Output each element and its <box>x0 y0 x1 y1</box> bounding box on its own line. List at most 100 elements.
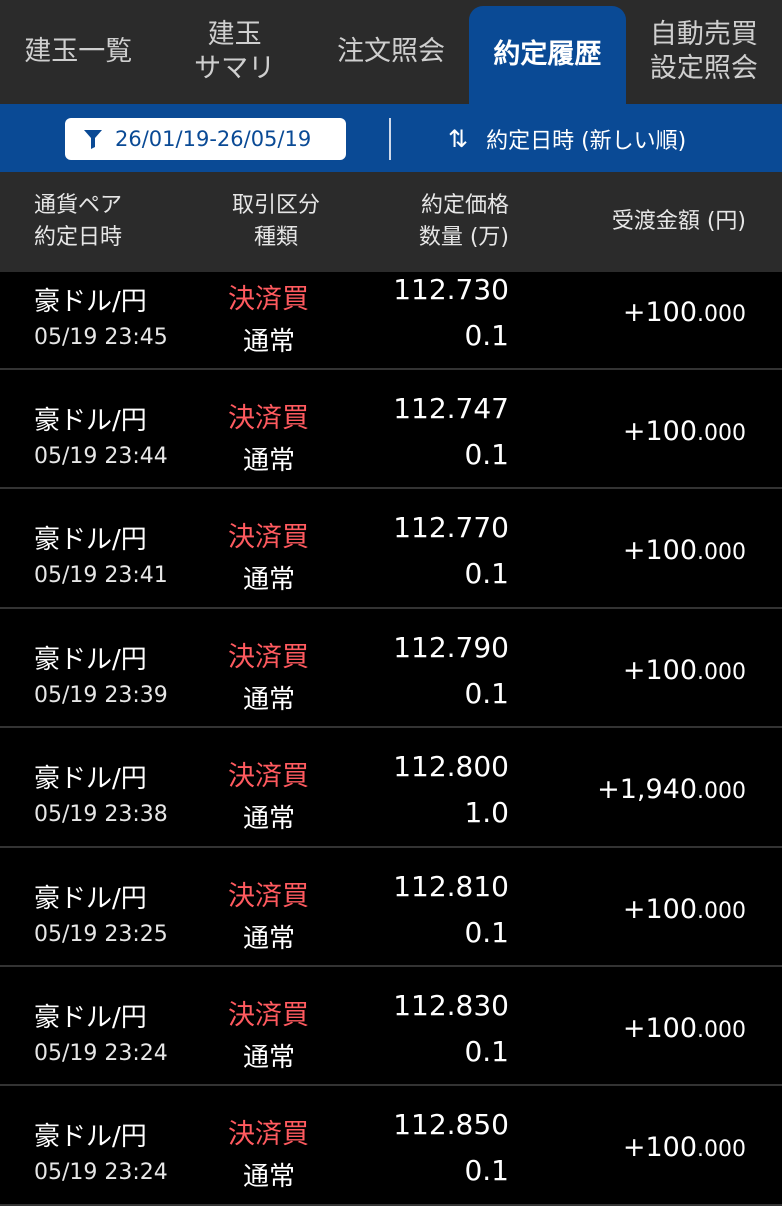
settlement-amount-decimal: .000 <box>697 302 746 327</box>
settlement-amount-integer: +100 <box>622 416 698 447</box>
settlement-amount: +100.000 <box>623 1013 746 1044</box>
quantity: 0.1 <box>464 319 509 352</box>
column-header-pair-time: 通貨ペア 約定日時 <box>34 193 123 250</box>
order-type: 通常 <box>243 804 296 835</box>
currency-pair: 豪ドル/円 <box>34 883 147 914</box>
table-row[interactable]: 豪ドル/円 05/19 23:24 決済買通常 112.830 0.1 +100.000 <box>0 967 782 1087</box>
tab-positions-summary[interactable]: 建玉 サマリ <box>156 0 312 104</box>
trade-kind: 決済買 <box>228 522 309 554</box>
currency-pair: 豪ドル/円 <box>34 1002 147 1033</box>
execution-price: 112.850 <box>393 1108 509 1142</box>
table-row[interactable]: 豪ドル/円 05/19 23:41 決済買通常 112.770 0.1 +100.000 <box>0 489 782 609</box>
currency-pair: 豪ドル/円 <box>34 764 147 795</box>
quantity: 0.1 <box>464 676 509 710</box>
trade-kind: 決済買 <box>228 761 309 793</box>
settlement-amount: +100.000 <box>623 416 746 447</box>
quantity: 0.1 <box>464 1154 509 1188</box>
sort-button[interactable]: ⇅ 約定日時 (新しい順) <box>448 118 686 160</box>
column-header-amount: 受渡金額 (円) <box>611 209 746 234</box>
execution-time: 05/19 23:44 <box>34 444 168 469</box>
tab-bar: 建玉一覧 建玉 サマリ 注文照会 約定履歴 自動売買 設定照会 <box>0 0 782 104</box>
quantity: 0.1 <box>464 1034 509 1068</box>
settlement-amount-decimal: .000 <box>697 540 746 566</box>
table-row[interactable]: 豪ドル/円 05/19 23:45 決済買通常 112.730 0.1 +100.000 <box>0 272 782 370</box>
currency-pair: 豪ドル/円 <box>34 644 147 675</box>
execution-price: 112.810 <box>393 869 509 903</box>
settlement-amount-integer: +100 <box>622 1012 698 1044</box>
execution-price: 112.790 <box>393 630 509 664</box>
column-header: 通貨ペア 約定日時 取引区分 種類 約定価格 数量 (万) 受渡金額 (円) <box>0 172 782 272</box>
settlement-amount-integer: +100 <box>622 654 698 686</box>
execution-time: 05/19 23:25 <box>34 921 168 947</box>
tab-positions-list[interactable]: 建玉一覧 <box>0 0 156 104</box>
currency-pair: 豪ドル/円 <box>34 406 147 436</box>
settlement-amount-decimal: .000 <box>697 779 746 805</box>
tab-order-inquiry[interactable]: 注文照会 <box>313 0 469 104</box>
execution-time: 05/19 23:38 <box>34 802 168 828</box>
settlement-amount: +100.000 <box>623 894 746 925</box>
order-type: 通常 <box>243 1042 296 1073</box>
execution-list: 豪ドル/円 05/19 23:45 決済買 通常 112.730 0.1 +100.000 豪… <box>0 272 782 1206</box>
table-row[interactable]: 豪ドル/円 05/19 23:38 決済買通常 112.800 1.0 +1,940.00… <box>0 728 782 848</box>
trade-kind: 決済買 <box>228 1119 309 1151</box>
quantity: 0.1 <box>464 557 509 591</box>
table-row[interactable]: 豪ドル/円 05/19 23:39 決済買通常 112.790 0.1 +100.000 <box>0 609 782 729</box>
settlement-amount-integer: +100 <box>622 1132 698 1164</box>
quantity: 0.1 <box>464 915 509 949</box>
order-type: 通常 <box>243 565 296 596</box>
currency-pair: 豪ドル/円 <box>34 525 147 556</box>
filter-bar: 26/01/19-26/05/19 ⇅ 約定日時 (新しい順) <box>0 104 782 172</box>
date-range-filter-button[interactable]: 26/01/19-26/05/19 <box>65 118 346 160</box>
settlement-amount-decimal: .000 <box>697 659 746 685</box>
trade-kind: 決済買 <box>228 403 309 434</box>
column-header-kind-type: 取引区分 種類 <box>231 193 320 250</box>
order-type: 通常 <box>243 684 296 715</box>
order-type: 通常 <box>243 923 296 954</box>
table-row[interactable]: 豪ドル/円 05/19 23:25 決済買通常 112.810 0.1 +100.000 <box>0 848 782 967</box>
execution-time: 05/19 23:24 <box>34 1160 168 1186</box>
settlement-amount-decimal: .000 <box>697 898 746 924</box>
trade-kind: 決済買 <box>228 284 309 315</box>
currency-pair: 豪ドル/円 <box>34 287 147 317</box>
execution-time: 05/19 23:24 <box>34 1040 168 1066</box>
execution-price: 112.830 <box>393 988 509 1022</box>
date-range-text: 26/01/19-26/05/19 <box>115 127 312 151</box>
quantity: 0.1 <box>464 438 509 471</box>
filter-icon <box>83 128 103 150</box>
settlement-amount: +100.000 <box>623 297 746 328</box>
sort-icon: ⇅ <box>448 125 469 153</box>
tab-execution-history[interactable]: 約定履歴 <box>469 6 626 104</box>
trade-kind: 決済買 <box>228 641 309 673</box>
execution-price: 112.747 <box>393 392 509 425</box>
currency-pair: 豪ドル/円 <box>34 1122 147 1153</box>
settlement-amount: +1,940.000 <box>597 774 746 805</box>
settlement-amount: +100.000 <box>623 535 746 566</box>
column-header-price-qty: 約定価格 数量 (万) <box>418 193 509 250</box>
execution-time: 05/19 23:39 <box>34 682 168 708</box>
filter-divider <box>389 118 391 160</box>
execution-time: 05/19 23:41 <box>34 563 168 589</box>
execution-price: 112.770 <box>393 511 509 545</box>
settlement-amount: +100.000 <box>623 1132 746 1163</box>
settlement-amount-integer: +100 <box>622 893 698 925</box>
order-type: 通常 <box>243 446 296 476</box>
settlement-amount-decimal: .000 <box>697 1137 746 1163</box>
execution-price: 112.730 <box>393 273 509 306</box>
settlement-amount-decimal: .000 <box>697 421 746 446</box>
trade-kind: 決済買 <box>228 999 309 1031</box>
settlement-amount-integer: +100 <box>622 535 698 567</box>
settlement-amount: +100.000 <box>623 655 746 686</box>
tab-auto-trade-settings[interactable]: 自動売買 設定照会 <box>626 0 782 104</box>
trade-kind: 決済買 <box>228 880 309 912</box>
quantity: 1.0 <box>464 796 509 830</box>
table-row[interactable]: 豪ドル/円 05/19 23:24 決済買通常 112.850 0.1 +100.000 <box>0 1086 782 1206</box>
table-row[interactable]: 豪ドル/円 05/19 23:44 決済買通常 112.747 0.1 +100.000 <box>0 370 782 490</box>
settlement-amount-integer: +1,940 <box>597 774 698 806</box>
execution-price: 112.800 <box>393 750 509 784</box>
settlement-amount-integer: +100 <box>622 297 698 328</box>
settlement-amount-decimal: .000 <box>697 1017 746 1043</box>
order-type: 通常 <box>243 327 296 357</box>
sort-label: 約定日時 (新しい順) <box>486 129 687 154</box>
execution-time: 05/19 23:45 <box>34 325 168 350</box>
order-type: 通常 <box>243 1162 296 1193</box>
